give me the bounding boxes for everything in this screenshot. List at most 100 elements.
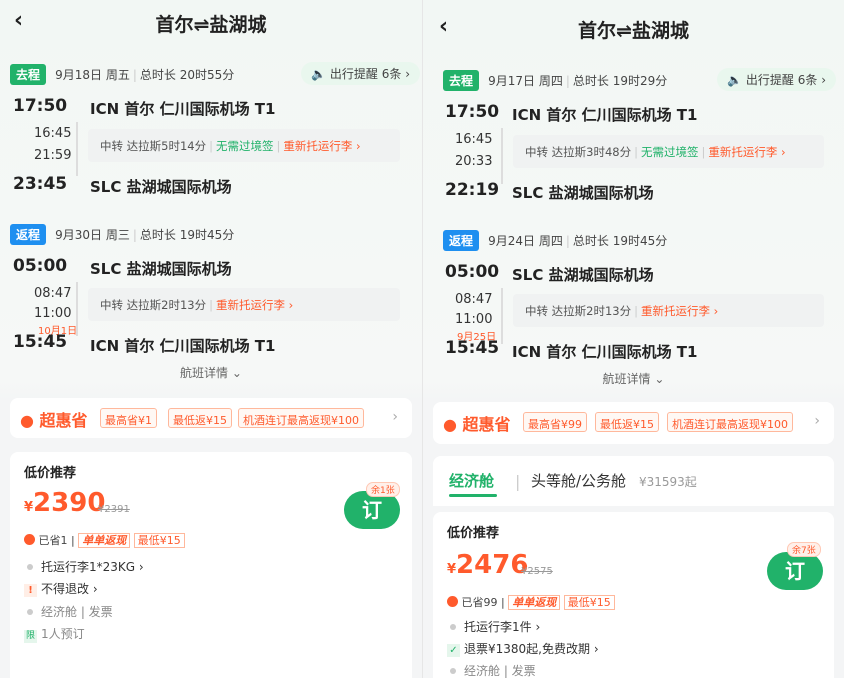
outbound-stop-arr: 16:45 [455,132,493,147]
return-arr-airport: ICN 首尔 仁川国际机场 T1 [90,337,276,355]
fare-price: ¥2390 [24,488,106,518]
tab-first-business-price: ¥31593起 [639,475,697,489]
outbound-meta: 9月17日 周四 | 总时长 19时29分 [488,74,668,88]
savings-chip: 最高省¥1 [100,408,157,428]
flight-details-link[interactable]: 航班详情 ⌄ [423,370,844,387]
route-line [501,128,503,184]
savings-bar[interactable]: ● 超惠省 最高省¥99 最低返¥15 机酒连订最高返现¥100 › [433,402,834,444]
travel-reminder-button[interactable]: 🔈 出行提醒 6条 › [301,62,420,85]
coin-icon [24,534,35,545]
route-line [501,288,503,344]
outbound-arr-airport: SLC 盐湖城国际机场 [90,178,232,196]
outbound-dep-time: 17:50 [13,96,68,116]
header: ‹ 首尔⇌盐湖城 [423,0,844,50]
return-tag: 返程 [10,224,47,245]
savings-logo: ● 超惠省 [20,411,88,430]
outbound-dep-airport: ICN 首尔 仁川国际机场 T1 [90,100,276,118]
left-panel: ‹ 首尔⇌盐湖城 去程 9月18日 周五 | 总时长 20时55分 🔈 出行提醒 6… [0,0,422,678]
return-header: 返程 9月24日 周四 | 总时长 19时45分 [443,230,834,251]
cabin-row: 经济舱 | 发票 [447,662,536,678]
page-title: 首尔⇌盐湖城 [155,14,267,36]
savings-chip: 最低返¥15 [595,412,659,432]
savings-bar[interactable]: ● 超惠省 最高省¥1 最低返¥15 机酒连订最高返现¥100 › [10,398,412,438]
chevron-right-icon: › [392,409,398,425]
coin-icon [447,596,458,607]
refund-row[interactable]: ! 不得退改 › [24,580,98,597]
promo-row[interactable]: 已省1 | 单单返现 最低¥15 [24,532,185,548]
route-line [76,122,78,176]
promo-row[interactable]: 已省99 | 单单返现 最低¥15 [447,594,615,610]
savings-chip: 最高省¥99 [523,412,587,432]
savings-chip: 最低返¥15 [168,408,232,428]
baggage-row[interactable]: 托运行李1*23KG › [24,558,144,575]
limit-row: 限 1人预订 [24,627,85,643]
return-meta: 9月30日 周三 | 总时长 19时45分 [55,228,235,242]
return-stop-arr: 08:47 [455,292,493,307]
return-stop-dep: 11:00 [455,312,493,327]
return-stop-info[interactable]: 中转 达拉斯2时13分 | 重新托运行李 › [513,294,824,327]
tab-first-business[interactable]: 头等舱/公务舱 [531,470,626,491]
fare-label: 低价推荐 [24,466,77,481]
return-arr-time: 15:45 [13,332,68,352]
outbound-arr-time: 22:19 [445,180,500,200]
remaining-badge: 余1张 [366,482,400,497]
outbound-stop-dep: 21:59 [34,148,72,163]
outbound-arr-time: 23:45 [13,174,68,194]
outbound-dep-time: 17:50 [445,102,500,122]
page-title: 首尔⇌盐湖城 [578,20,689,42]
header: ‹ 首尔⇌盐湖城 [0,0,422,50]
outbound-header: 去程 9月18日 周五 | 总时长 20时55分 🔈 出行提醒 6条 › [10,62,420,85]
outbound-dep-airport: ICN 首尔 仁川国际机场 T1 [512,106,698,124]
limit-icon: 限 [24,630,37,643]
flight-details-link[interactable]: 航班详情 ⌄ [0,364,422,381]
book-button[interactable]: 订 [767,552,823,590]
warning-icon: ! [24,584,37,597]
outbound-tag: 去程 [10,64,47,85]
return-arr-time: 15:45 [445,338,500,358]
travel-reminder-button[interactable]: 🔈 出行提醒 6条 › [717,68,836,91]
fare-price: ¥2476 [447,550,529,580]
tab-indicator [449,494,497,497]
return-arr-airport: ICN 首尔 仁川国际机场 T1 [512,343,698,361]
return-dep-time: 05:00 [13,256,68,276]
outbound-stop-dep: 20:33 [455,154,493,169]
return-stop-dep: 11:00 [34,306,72,321]
cabin-tabs: 经济舱 | 头等舱/公务舱 ¥31593起 [433,456,834,506]
coin-icon: ● [443,415,457,434]
cabin-row: 经济舱 | 发票 [24,603,113,620]
savings-chip: 机酒连订最高返现¥100 [667,412,793,432]
outbound-arr-airport: SLC 盐湖城国际机场 [512,184,654,202]
return-dep-airport: SLC 盐湖城国际机场 [512,266,654,284]
outbound-stop-arr: 16:45 [34,126,72,141]
fare-card: 低价推荐 ¥2476 ¥2575 订 余7张 已省99 | 单单返现 最低¥15… [433,512,834,678]
tab-divider: | [515,472,521,491]
remaining-badge: 余7张 [787,542,821,557]
return-dep-airport: SLC 盐湖城国际机场 [90,260,232,278]
return-stop-arr: 08:47 [34,286,72,301]
right-panel: ‹ 首尔⇌盐湖城 去程 9月17日 周四 | 总时长 19时29分 🔈 出行提醒 6… [422,0,844,678]
outbound-stop-info[interactable]: 中转 达拉斯3时48分 | 无需过境签 | 重新托运行李 › [513,135,824,168]
fare-old-price: ¥2391 [98,504,130,515]
chevron-right-icon: › [814,413,820,429]
outbound-meta: 9月18日 周五 | 总时长 20时55分 [55,68,235,82]
fare-card: 低价推荐 ¥2390 ¥2391 订 余1张 已省1 | 单单返现 最低¥15 … [10,452,412,678]
tab-economy[interactable]: 经济舱 [449,470,494,491]
coin-icon: ● [20,411,34,430]
return-tag: 返程 [443,230,480,251]
speaker-icon: 🔈 [311,67,327,81]
fare-old-price: ¥2575 [521,566,553,577]
savings-chip: 机酒连订最高返现¥100 [238,408,364,428]
outbound-stop-info[interactable]: 中转 达拉斯5时14分 | 无需过境签 | 重新托运行李 › [88,129,400,162]
return-stop-info[interactable]: 中转 达拉斯2时13分 | 重新托运行李 › [88,288,400,321]
refund-row[interactable]: ✓ 退票¥1380起,免费改期 › [447,640,599,657]
return-meta: 9月24日 周四 | 总时长 19时45分 [488,234,668,248]
return-dep-time: 05:00 [445,262,500,282]
savings-logo: ● 超惠省 [443,415,511,434]
check-icon: ✓ [447,644,460,657]
return-header: 返程 9月30日 周三 | 总时长 19时45分 [10,224,412,245]
outbound-tag: 去程 [443,70,480,91]
outbound-header: 去程 9月17日 周四 | 总时长 19时29分 🔈 出行提醒 6条 › [443,68,836,91]
baggage-row[interactable]: 托运行李1件 › [447,618,540,635]
speaker-icon: 🔈 [727,73,743,87]
fare-label: 低价推荐 [447,526,500,541]
